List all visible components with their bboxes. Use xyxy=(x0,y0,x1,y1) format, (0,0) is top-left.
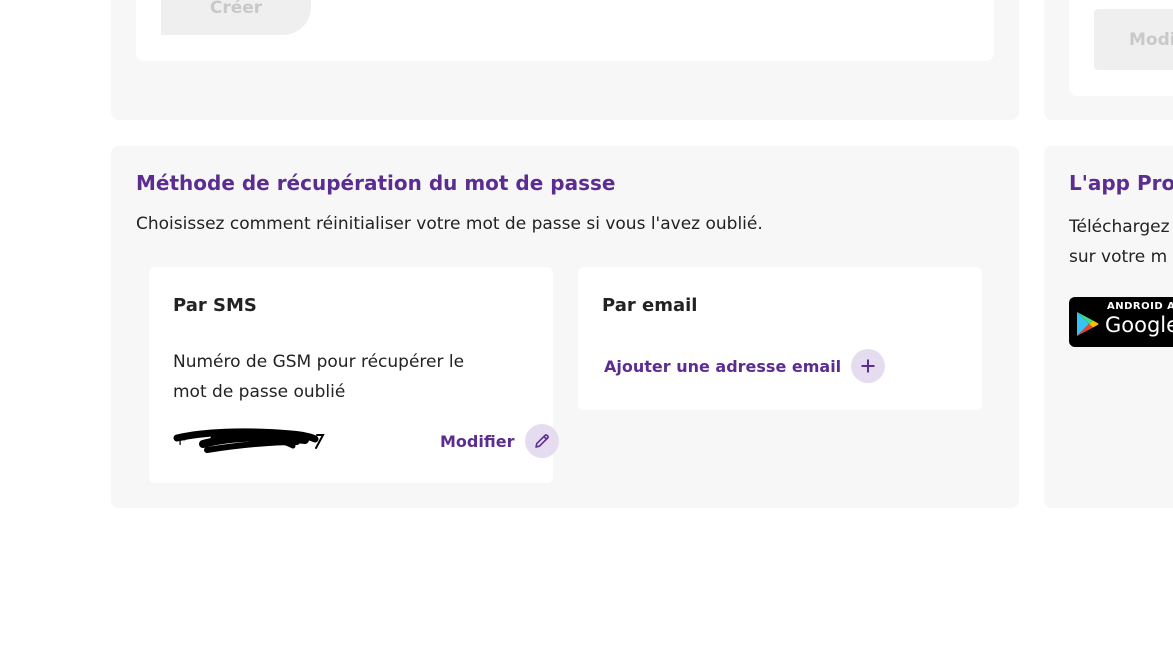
app-section-title: L'app Prox xyxy=(1069,171,1173,195)
add-email-label: Ajouter une adresse email xyxy=(604,356,842,376)
section-description: Choisissez comment réinitialiser votre m… xyxy=(136,214,763,234)
modify-phone-label: Modifier xyxy=(440,431,515,451)
plus-icon xyxy=(851,349,886,383)
app-description-line1: Téléchargez xyxy=(1069,217,1170,237)
top-right-panel: Modi xyxy=(1044,0,1173,120)
badge-small-text: ANDROID A xyxy=(1107,301,1173,312)
app-section: L'app Prox Téléchargez sur votre m ANDRO… xyxy=(1044,146,1173,508)
play-store-icon xyxy=(1077,312,1099,336)
app-description-line2: sur votre m xyxy=(1069,247,1168,267)
password-recovery-section: Méthode de récupération du mot de passe … xyxy=(111,146,1019,508)
page: Créer Modi Méthode de récupération du mo… xyxy=(0,0,1173,660)
app-section-description: Téléchargez sur votre m xyxy=(1069,212,1170,272)
pencil-icon xyxy=(525,424,560,458)
add-email-button[interactable]: Ajouter une adresse email xyxy=(604,349,886,383)
modify-phone-button[interactable]: Modifier xyxy=(440,424,560,458)
top-right-card: Modi xyxy=(1069,0,1173,96)
sms-card-title: Par SMS xyxy=(173,295,257,316)
redaction-scribble xyxy=(173,428,325,453)
sms-recovery-card: Par SMS Numéro de GSM pour récupérer le … xyxy=(149,267,560,483)
badge-big-text: Google xyxy=(1105,313,1173,337)
modify-button[interactable]: Modi xyxy=(1094,9,1173,70)
create-button[interactable]: Créer xyxy=(161,0,311,35)
email-recovery-card: Par email Ajouter une adresse email xyxy=(578,267,982,410)
top-section-panel: Créer xyxy=(111,0,1019,120)
phone-number-value: + xyxy=(173,424,333,458)
section-title: Méthode de récupération du mot de passe xyxy=(136,171,616,195)
top-section-card: Créer xyxy=(136,0,994,61)
sms-card-description: Numéro de GSM pour récupérer le mot de p… xyxy=(173,352,465,402)
email-card-title: Par email xyxy=(602,295,698,316)
google-play-badge[interactable]: ANDROID A Google xyxy=(1069,297,1173,347)
